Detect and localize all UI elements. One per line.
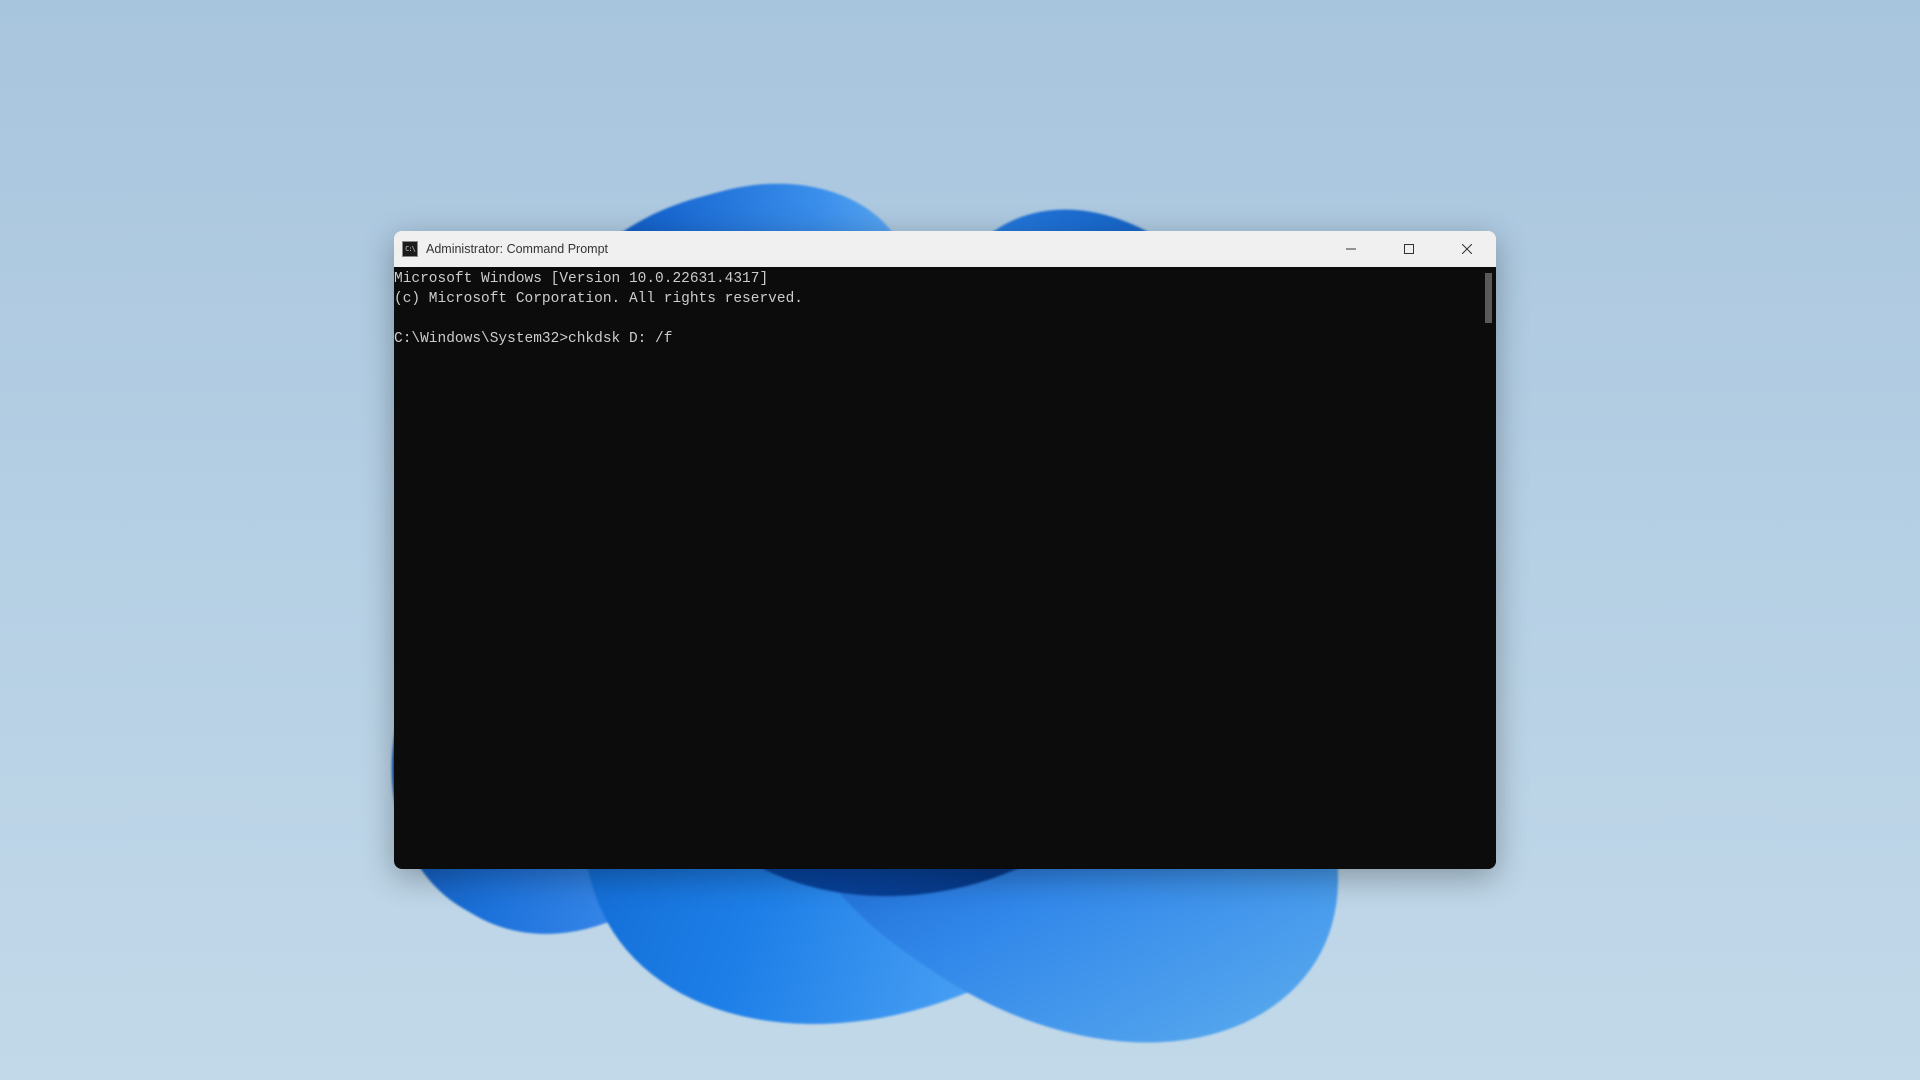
minimize-icon — [1346, 244, 1356, 254]
cmd-icon-label: C:\ — [405, 245, 415, 253]
command-prompt-window[interactable]: C:\ Administrator: Command Prompt — [394, 231, 1496, 869]
terminal-line-copyright: (c) Microsoft Corporation. All rights re… — [394, 291, 803, 307]
maximize-icon — [1404, 244, 1414, 254]
close-icon — [1462, 244, 1472, 254]
terminal-area[interactable]: Microsoft Windows [Version 10.0.22631.43… — [394, 267, 1496, 869]
window-titlebar[interactable]: C:\ Administrator: Command Prompt — [394, 231, 1496, 267]
window-controls — [1322, 231, 1496, 267]
terminal-prompt: C:\Windows\System32> — [394, 331, 568, 347]
terminal-scrollbar[interactable] — [1480, 267, 1496, 869]
maximize-button[interactable] — [1380, 231, 1438, 267]
terminal-line-version: Microsoft Windows [Version 10.0.22631.43… — [394, 271, 768, 287]
terminal-command-input[interactable]: chkdsk D: /f — [568, 331, 672, 347]
minimize-button[interactable] — [1322, 231, 1380, 267]
terminal-output[interactable]: Microsoft Windows [Version 10.0.22631.43… — [394, 267, 1480, 869]
window-title: Administrator: Command Prompt — [426, 242, 608, 256]
close-button[interactable] — [1438, 231, 1496, 267]
scrollbar-thumb[interactable] — [1485, 273, 1492, 323]
cmd-icon: C:\ — [402, 241, 418, 257]
